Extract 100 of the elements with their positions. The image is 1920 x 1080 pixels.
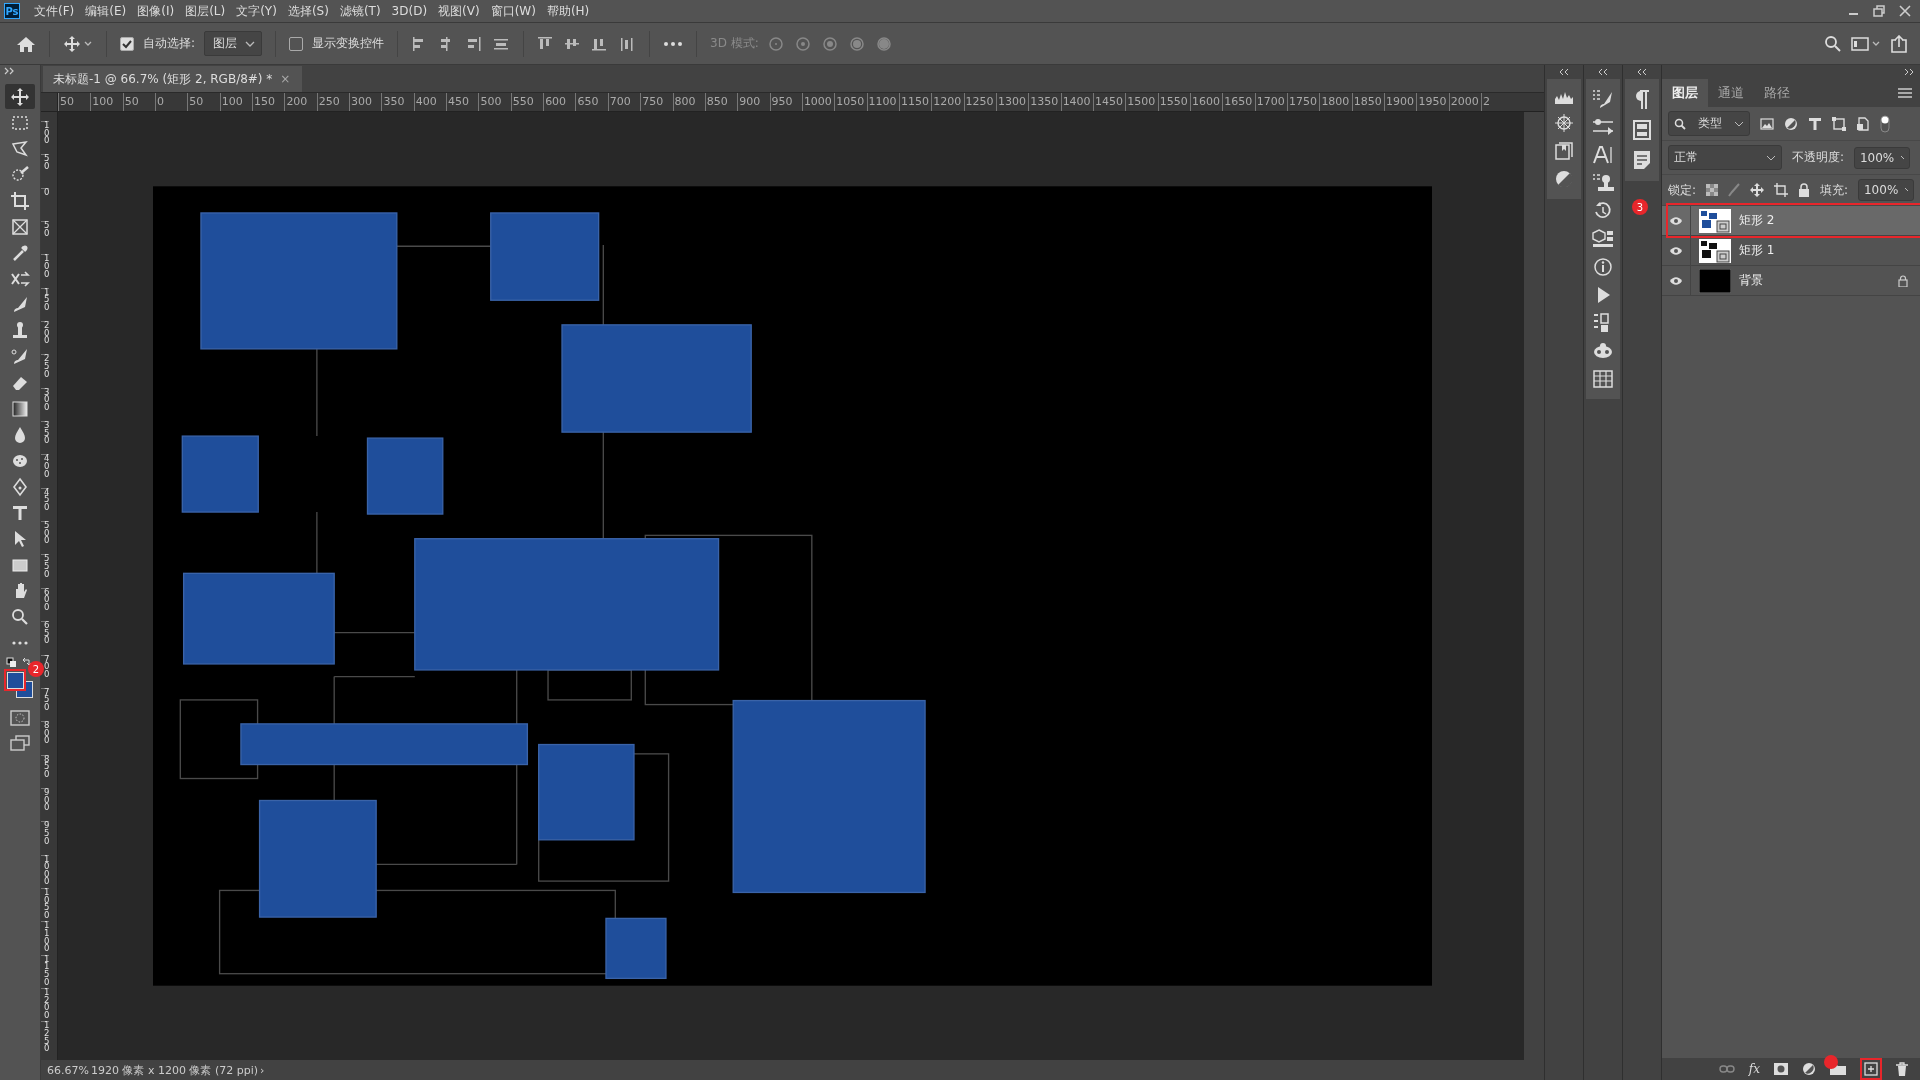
ruler-label: 1250 bbox=[40, 1021, 50, 1055]
image-filter-icon[interactable] bbox=[1759, 117, 1774, 130]
info-icon[interactable] bbox=[1591, 257, 1614, 277]
table-icon[interactable] bbox=[1591, 369, 1614, 389]
trash-icon[interactable] bbox=[1896, 1062, 1908, 1076]
collapse-icon[interactable] bbox=[1558, 68, 1569, 76]
app-logo[interactable]: Ps bbox=[4, 3, 20, 19]
3d-cube-icon[interactable] bbox=[1591, 229, 1614, 249]
panel-tab[interactable]: 路径 bbox=[1753, 79, 1800, 107]
sliders-icon[interactable] bbox=[1591, 117, 1614, 137]
ruler-label: 450 bbox=[446, 93, 479, 111]
visibility-eye-icon[interactable] bbox=[1668, 215, 1683, 226]
menu-item[interactable]: 窗口(W) bbox=[490, 2, 536, 20]
ruler-label: 650 bbox=[40, 621, 50, 655]
collapse-icon[interactable] bbox=[1904, 68, 1914, 76]
lock-all-icon[interactable] bbox=[1797, 183, 1810, 197]
menu-item[interactable]: 图像(I) bbox=[137, 2, 175, 20]
ruler-label: 0 bbox=[40, 187, 50, 222]
target-dropdown[interactable]: 图层 bbox=[204, 31, 263, 56]
zoom-level[interactable]: 66.67% bbox=[46, 1063, 89, 1077]
panel-tab[interactable]: 图层 bbox=[1661, 79, 1708, 107]
layer-row[interactable]: 矩形 2 bbox=[1661, 206, 1920, 236]
type-filter-icon[interactable] bbox=[1807, 116, 1822, 131]
scrollbar-track[interactable] bbox=[1524, 112, 1544, 1060]
menu-item[interactable]: 文件(F) bbox=[34, 2, 75, 20]
share-icon[interactable] bbox=[1890, 34, 1908, 53]
menu-item[interactable]: 帮助(H) bbox=[546, 2, 590, 20]
opacity-field[interactable]: 100% bbox=[1853, 146, 1910, 169]
layer-thumbnail bbox=[1698, 208, 1731, 233]
menu-item[interactable]: 选择(S) bbox=[287, 2, 329, 20]
collapse-icon[interactable] bbox=[1636, 68, 1647, 76]
transform-controls-checkbox[interactable] bbox=[289, 36, 304, 51]
layer-style-button[interactable]: fx bbox=[1748, 1062, 1760, 1076]
auto-select-checkbox[interactable] bbox=[120, 36, 134, 51]
menu-item[interactable]: 编辑(E) bbox=[85, 2, 127, 20]
menu-item[interactable]: 3D(D) bbox=[391, 4, 428, 18]
link-icon[interactable] bbox=[1718, 1064, 1735, 1074]
menu-item[interactable]: 文字(Y) bbox=[236, 2, 277, 20]
ruler-label: 250 bbox=[40, 354, 50, 388]
ruler-label: 1000 bbox=[40, 854, 50, 888]
ruler-label: 700 bbox=[607, 93, 641, 111]
ruler-label: 750 bbox=[640, 93, 673, 111]
panel-tab[interactable]: 通道 bbox=[1707, 79, 1754, 107]
ruler-label: 1350 bbox=[1028, 93, 1061, 111]
workspace-icon[interactable] bbox=[1851, 35, 1881, 52]
collapse-icon[interactable] bbox=[1597, 68, 1608, 76]
library-icon[interactable] bbox=[1553, 141, 1574, 161]
lock-position-icon[interactable] bbox=[1749, 183, 1764, 197]
ruler-label: 150 bbox=[252, 93, 285, 111]
align-icon[interactable] bbox=[465, 35, 484, 52]
layer-row[interactable]: 矩形 1 bbox=[1661, 236, 1920, 266]
expand-icon[interactable] bbox=[4, 67, 16, 75]
ruler-label: 1400 bbox=[1060, 93, 1093, 111]
ruler-label: 50 bbox=[187, 93, 220, 111]
step-badge bbox=[1824, 1055, 1838, 1069]
layout-icon[interactable] bbox=[1631, 119, 1652, 141]
shape-filter-icon[interactable] bbox=[1831, 116, 1846, 131]
move-tool-icon[interactable] bbox=[5, 84, 35, 109]
search-icon[interactable] bbox=[1824, 34, 1842, 53]
move-icon[interactable] bbox=[63, 34, 93, 53]
fill-field[interactable]: 100% bbox=[1858, 179, 1914, 201]
adjustments-icon[interactable] bbox=[1553, 169, 1574, 189]
lock-label: 锁定: bbox=[1667, 181, 1696, 199]
layer-row[interactable]: 背景 bbox=[1661, 266, 1920, 296]
close-icon[interactable] bbox=[1898, 4, 1912, 18]
status-menu-arrow[interactable]: › bbox=[260, 1063, 265, 1077]
new-layer-icon[interactable] bbox=[1864, 1062, 1878, 1076]
lock-artboard-icon[interactable] bbox=[1773, 183, 1788, 197]
navigator-icon[interactable] bbox=[1553, 113, 1574, 133]
lock-transparent-icon[interactable] bbox=[1705, 184, 1718, 196]
quick-mask-icon[interactable] bbox=[10, 710, 30, 726]
notes-icon[interactable] bbox=[1631, 149, 1652, 171]
filter-dropdown[interactable]: 类型 bbox=[1667, 111, 1750, 136]
mask-icon[interactable] bbox=[1774, 1063, 1788, 1075]
blend-mode-dropdown[interactable]: 正常 bbox=[1667, 145, 1782, 170]
glyphs-icon[interactable] bbox=[1591, 341, 1614, 361]
visibility-eye-icon[interactable] bbox=[1668, 245, 1683, 256]
character-icon[interactable] bbox=[1591, 145, 1614, 165]
restore-icon[interactable] bbox=[1872, 4, 1886, 18]
screen-mode-icon[interactable] bbox=[10, 735, 30, 751]
ruler-label: 1100 bbox=[866, 93, 899, 111]
filter-toggle[interactable] bbox=[1879, 114, 1890, 133]
adjustment-layer-icon[interactable] bbox=[1802, 1062, 1816, 1076]
ruler-label: 1600 bbox=[1190, 93, 1223, 111]
menu-item[interactable]: 视图(V) bbox=[438, 2, 480, 20]
menu-item[interactable]: 滤镜(T) bbox=[339, 2, 381, 20]
brush-settings-icon[interactable] bbox=[1591, 89, 1614, 109]
ruler-label: 100 bbox=[40, 254, 50, 288]
visibility-eye-icon[interactable] bbox=[1668, 275, 1683, 286]
more-icon[interactable] bbox=[663, 40, 684, 47]
close-tab-button[interactable]: × bbox=[280, 72, 291, 86]
ruler-label: 1100 bbox=[40, 921, 50, 955]
menu-item[interactable]: 图层(L) bbox=[185, 2, 226, 20]
document-tab[interactable]: 未标题-1 @ 66.7% (矩形 2, RGB/8#) * × bbox=[42, 66, 303, 92]
foreground-color-swatch[interactable] bbox=[7, 672, 24, 689]
clone-source-icon[interactable] bbox=[1591, 173, 1614, 193]
menu-icon[interactable] bbox=[1898, 88, 1912, 98]
home-icon[interactable] bbox=[16, 34, 36, 53]
adjustment-filter-icon[interactable] bbox=[1783, 116, 1798, 131]
smart-object-filter-icon[interactable] bbox=[1855, 116, 1870, 131]
